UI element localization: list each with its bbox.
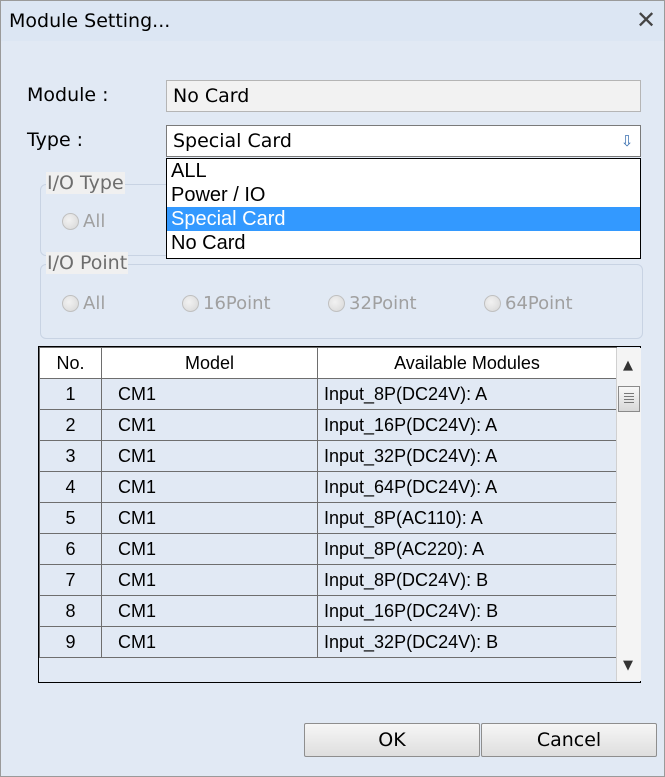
table-row[interactable]: 4 CM1 Input_64P(DC24V): A	[39, 471, 617, 503]
dropdown-option-power-io[interactable]: Power / IO	[167, 183, 640, 207]
io-point-radio-16point[interactable]: 16Point	[182, 293, 271, 314]
row-model: CM1	[101, 533, 318, 565]
column-header-model[interactable]: Model	[101, 347, 318, 379]
dropdown-arrow-icon[interactable]: ⇩	[615, 127, 639, 155]
row-available-module: Input_16P(DC24V): A	[317, 409, 617, 441]
cancel-button[interactable]: Cancel	[481, 723, 657, 757]
type-combobox-value: Special Card	[173, 130, 292, 152]
io-point-radio-all[interactable]: All	[62, 293, 105, 314]
ok-button[interactable]: OK	[304, 723, 480, 757]
dropdown-option-special-card[interactable]: Special Card	[167, 207, 640, 231]
io-point-radio-32point-label: 32Point	[349, 293, 417, 314]
row-number: 3	[39, 440, 102, 472]
radio-icon	[328, 295, 345, 312]
io-point-radio-16point-label: 16Point	[203, 293, 271, 314]
type-combobox[interactable]: Special Card ⇩	[166, 125, 641, 157]
module-label: Module :	[27, 84, 109, 106]
row-available-module: Input_8P(AC220): A	[317, 533, 617, 565]
radio-icon	[484, 295, 501, 312]
radio-icon	[62, 213, 79, 230]
window-title: Module Setting...	[9, 10, 171, 32]
row-model: CM1	[101, 595, 318, 627]
table-row[interactable]: 2 CM1 Input_16P(DC24V): A	[39, 409, 617, 441]
io-point-radio-all-label: All	[83, 293, 106, 314]
module-field: No Card	[166, 80, 641, 112]
row-number: 7	[39, 564, 102, 596]
row-model: CM1	[101, 378, 318, 410]
row-available-module: Input_8P(DC24V): B	[317, 564, 617, 596]
row-number: 9	[39, 626, 102, 658]
scroll-down-arrow-icon[interactable]: ▼	[623, 658, 633, 673]
row-model: CM1	[101, 471, 318, 503]
table-scrollbar[interactable]: ▲ ▼	[616, 348, 641, 681]
column-header-available-modules[interactable]: Available Modules	[317, 347, 617, 379]
io-type-group	[40, 184, 172, 256]
row-model: CM1	[101, 626, 318, 658]
row-model: CM1	[101, 440, 318, 472]
scroll-up-arrow-icon[interactable]: ▲	[623, 358, 633, 373]
row-available-module: Input_8P(AC110): A	[317, 502, 617, 534]
grip-icon	[624, 393, 634, 394]
io-point-group-label: I/O Point	[46, 252, 129, 274]
row-number: 1	[39, 378, 102, 410]
scrollbar-thumb[interactable]	[618, 386, 640, 412]
module-table: No. Model Available Modules 1 CM1 Input_8P…	[38, 346, 641, 683]
table-row[interactable]: 9 CM1 Input_32P(DC24V): B	[39, 626, 617, 658]
table-row[interactable]: 8 CM1 Input_16P(DC24V): B	[39, 595, 617, 627]
table-row[interactable]: 1 CM1 Input_8P(DC24V): A	[39, 378, 617, 410]
row-available-module: Input_32P(DC24V): B	[317, 626, 617, 658]
row-number: 8	[39, 595, 102, 627]
io-type-radio-all[interactable]: All	[62, 211, 105, 232]
row-model: CM1	[101, 502, 318, 534]
dropdown-option-all[interactable]: ALL	[167, 159, 640, 183]
table-row[interactable]: 6 CM1 Input_8P(AC220): A	[39, 533, 617, 565]
type-dropdown-list[interactable]: ALL Power / IO Special Card No Card	[166, 158, 641, 259]
row-available-module: Input_64P(DC24V): A	[317, 471, 617, 503]
table-row[interactable]: 3 CM1 Input_32P(DC24V): A	[39, 440, 617, 472]
io-type-group-label: I/O Type	[46, 172, 125, 194]
close-icon[interactable]: ✕	[633, 6, 659, 34]
column-header-no[interactable]: No.	[39, 347, 102, 379]
table-row[interactable]: 5 CM1 Input_8P(AC110): A	[39, 502, 617, 534]
io-point-radio-64point-label: 64Point	[505, 293, 573, 314]
type-label: Type :	[27, 129, 84, 151]
row-available-module: Input_32P(DC24V): A	[317, 440, 617, 472]
radio-icon	[62, 295, 79, 312]
row-number: 2	[39, 409, 102, 441]
row-model: CM1	[101, 409, 318, 441]
io-type-radio-all-label: All	[83, 211, 106, 232]
table-row[interactable]: 7 CM1 Input_8P(DC24V): B	[39, 564, 617, 596]
radio-icon	[182, 295, 199, 312]
row-available-module: Input_16P(DC24V): B	[317, 595, 617, 627]
row-number: 4	[39, 471, 102, 503]
io-point-radio-32point[interactable]: 32Point	[328, 293, 417, 314]
dropdown-option-no-card[interactable]: No Card	[167, 231, 640, 255]
row-number: 6	[39, 533, 102, 565]
title-bar: Module Setting... ✕	[1, 1, 664, 41]
row-available-module: Input_8P(DC24V): A	[317, 378, 617, 410]
row-number: 5	[39, 502, 102, 534]
io-point-radio-64point[interactable]: 64Point	[484, 293, 573, 314]
row-model: CM1	[101, 564, 318, 596]
